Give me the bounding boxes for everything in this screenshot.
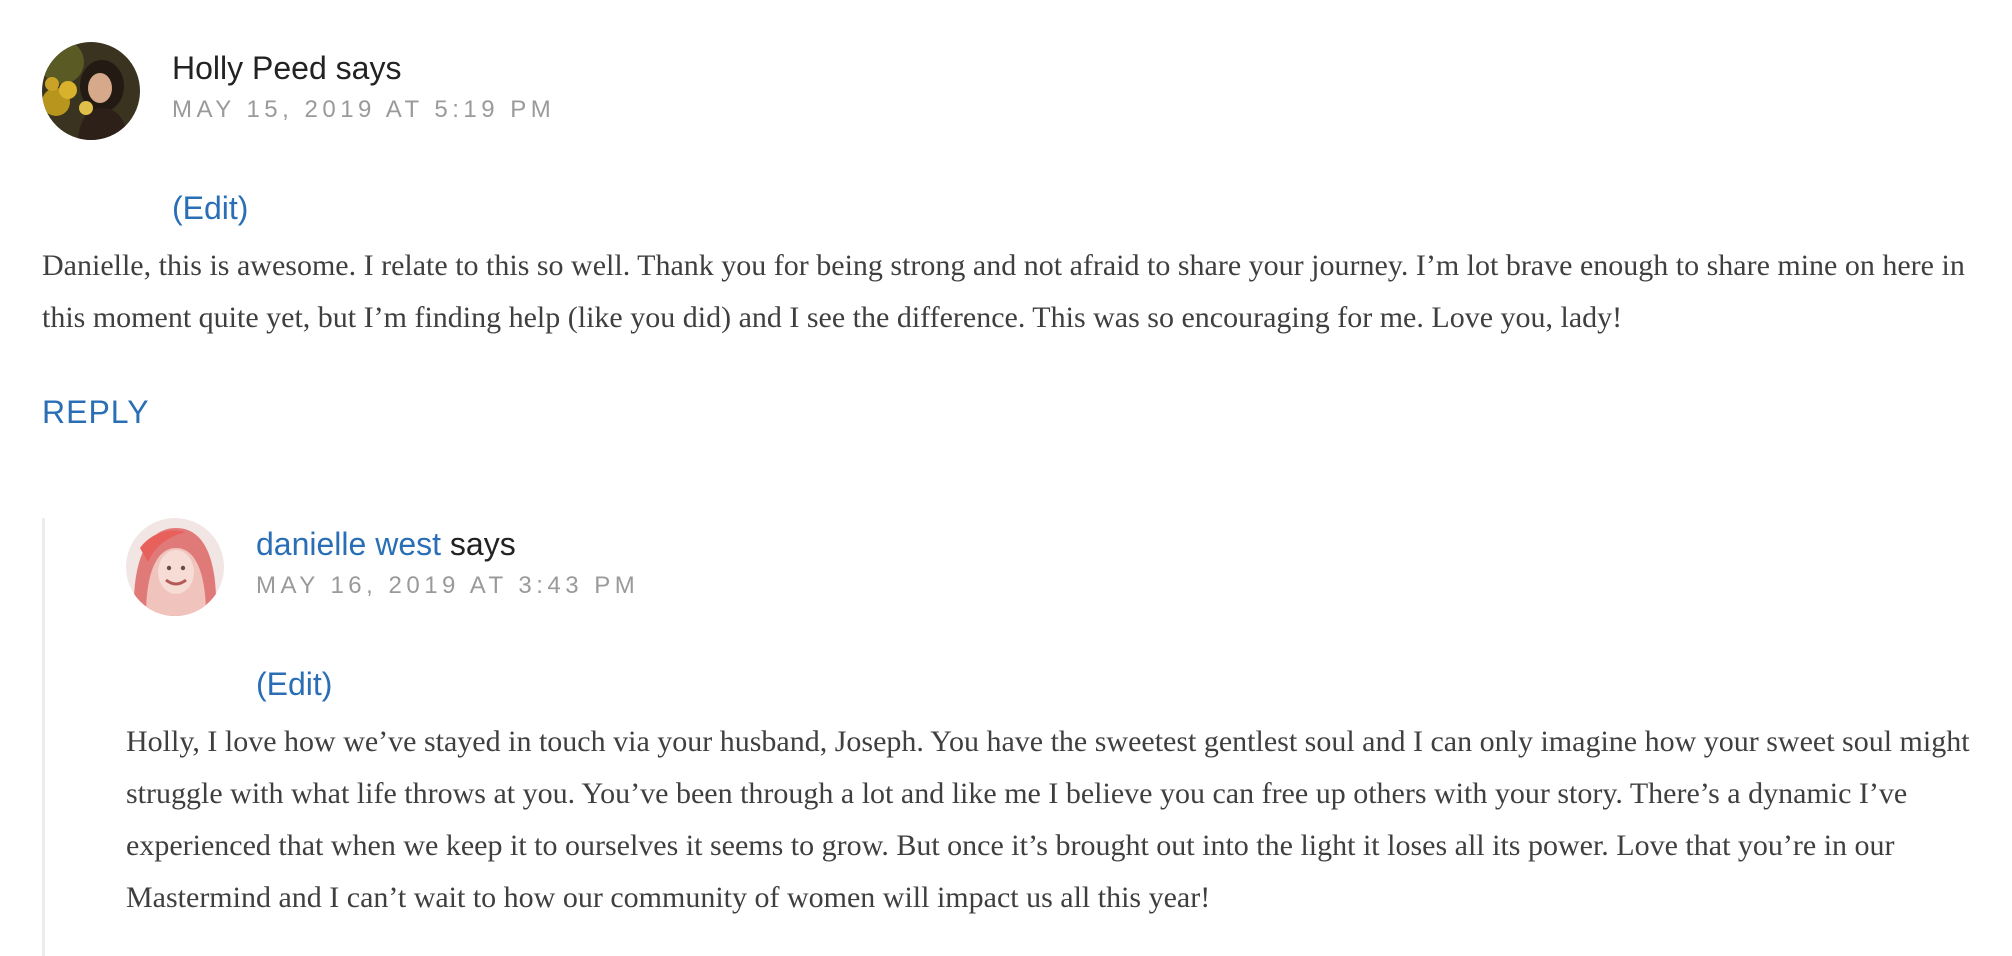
comment-meta: danielle west says MAY 16, 2019 AT 3:43 …	[256, 524, 639, 600]
comment-author-link[interactable]: danielle west	[256, 526, 441, 562]
edit-link[interactable]: (Edit)	[256, 666, 332, 703]
comment-body: Danielle, this is awesome. I relate to t…	[42, 249, 1965, 334]
avatar-image	[126, 518, 224, 616]
avatar[interactable]	[126, 518, 224, 616]
avatar[interactable]	[42, 42, 140, 140]
comment-author: Holly Peed	[172, 50, 327, 86]
comment-body: Holly, I love how we’ve stayed in touch …	[126, 725, 1970, 914]
author-line: danielle west says	[256, 524, 639, 564]
says-label: says	[449, 526, 516, 562]
comment-meta: Holly Peed says MAY 15, 2019 AT 5:19 PM	[172, 48, 555, 124]
thread-divider	[42, 518, 45, 956]
author-line: Holly Peed says	[172, 48, 555, 88]
edit-link[interactable]: (Edit)	[172, 190, 248, 227]
reply-button[interactable]: REPLY	[42, 394, 150, 431]
avatar-image	[42, 42, 140, 140]
says-label: says	[335, 50, 402, 86]
comment-date[interactable]: MAY 15, 2019 AT 5:19 PM	[172, 96, 555, 124]
comment-date[interactable]: MAY 16, 2019 AT 3:43 PM	[256, 572, 639, 600]
